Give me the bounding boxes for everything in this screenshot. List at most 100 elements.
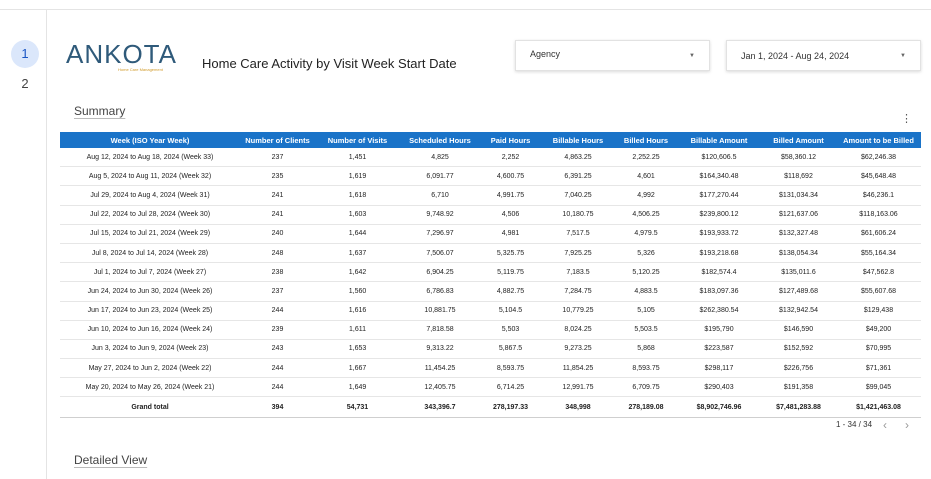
column-header[interactable]: Billed Hours (615, 132, 677, 148)
table-cell: 4,883.5 (615, 281, 677, 302)
table-cell: $191,358 (761, 377, 836, 398)
table-cell: 5,119.75 (480, 262, 541, 283)
table-cell: 2,252.25 (615, 148, 677, 168)
date-range-filter[interactable]: Jan 1, 2024 - Aug 24, 2024 ▼ (726, 40, 921, 71)
table-cell: 6,391.25 (541, 166, 615, 187)
total-cell: 278,189.08 (615, 396, 677, 419)
chevron-right-icon[interactable]: › (905, 418, 909, 432)
table-cell: $298,117 (677, 358, 761, 379)
table-cell: 243 (240, 339, 315, 360)
table-cell: 5,868 (615, 339, 677, 360)
table-cell: $70,995 (836, 339, 921, 360)
table-cell: $62,246.38 (836, 148, 921, 168)
table-cell: 5,104.5 (480, 301, 541, 321)
table-row: May 20, 2024 to May 26, 2024 (Week 21) 24… (60, 377, 921, 398)
table-cell: 1,653 (315, 339, 400, 360)
table-cell: 1,642 (315, 262, 400, 283)
agency-filter-label: Agency (530, 49, 561, 59)
table-cell: 240 (240, 224, 315, 244)
column-header[interactable]: Billed Amount (761, 132, 836, 148)
table-row: Jul 1, 2024 to Jul 7, 2024 (Week 27) 238 1… (60, 262, 921, 283)
table-cell: $55,164.34 (836, 243, 921, 264)
table-cell: $118,692 (761, 166, 836, 187)
table-cell: 4,600.75 (480, 166, 541, 187)
table-cell: 4,979.5 (615, 224, 677, 244)
column-header[interactable]: Billable Amount (677, 132, 761, 148)
table-cell: 12,991.75 (541, 377, 615, 398)
table-row: Jul 8, 2024 to Jul 14, 2024 (Week 28) 248… (60, 243, 921, 264)
table-cell: $55,607.68 (836, 281, 921, 302)
table-cell: 1,644 (315, 224, 400, 244)
table-cell: $121,637.06 (761, 205, 836, 225)
table-cell: $195,790 (677, 320, 761, 340)
column-header[interactable]: Week (ISO Year Week) (60, 132, 240, 148)
table-cell: $138,054.34 (761, 243, 836, 264)
total-cell: 348,998 (541, 396, 615, 419)
pagination-range: 1 - 34 / 34 (836, 420, 873, 429)
table-cell: May 20, 2024 to May 26, 2024 (Week 21) (60, 377, 240, 398)
column-header[interactable]: Scheduled Hours (400, 132, 480, 148)
table-cell: $262,380.54 (677, 301, 761, 321)
column-header[interactable]: Number of Visits (315, 132, 400, 148)
agency-filter-dropdown[interactable]: Agency ▼ (515, 40, 710, 71)
table-cell: 238 (240, 262, 315, 283)
table-cell: $223,587 (677, 339, 761, 360)
page-2-button[interactable]: 2 (11, 70, 39, 98)
more-options-icon[interactable]: ⋮ (901, 113, 912, 125)
table-cell: 1,616 (315, 301, 400, 321)
column-header[interactable]: Number of Clients (240, 132, 315, 148)
table-cell: $47,562.8 (836, 262, 921, 283)
grand-total-row: Grand total 394 54,731 343,396.7 278,197.33 3… (60, 396, 921, 419)
table-cell: 4,882.75 (480, 281, 541, 302)
table-cell: 8,024.25 (541, 320, 615, 340)
table-cell: 4,506 (480, 205, 541, 225)
table-cell: 1,611 (315, 320, 400, 340)
total-cell: Grand total (60, 396, 240, 419)
table-cell: $193,933.72 (677, 224, 761, 244)
table-cell: 248 (240, 243, 315, 264)
report-title: Home Care Activity by Visit Week Start D… (202, 56, 457, 71)
page-1-button[interactable]: 1 (11, 40, 39, 68)
table-cell: Jul 22, 2024 to Jul 28, 2024 (Week 30) (60, 205, 240, 225)
total-cell: 278,197.33 (480, 396, 541, 419)
table-cell: 12,405.75 (400, 377, 480, 398)
total-cell: $1,421,463.08 (836, 396, 921, 419)
table-row: Jul 29, 2024 to Aug 4, 2024 (Week 31) 241… (60, 185, 921, 206)
table-cell: 10,180.75 (541, 205, 615, 225)
table-cell: 7,818.58 (400, 320, 480, 340)
table-cell: 4,863.25 (541, 148, 615, 168)
table-cell: $183,097.36 (677, 281, 761, 302)
table-row: Jul 15, 2024 to Jul 21, 2024 (Week 29) 24… (60, 224, 921, 244)
table-cell: 1,667 (315, 358, 400, 379)
table-cell: 7,183.5 (541, 262, 615, 283)
column-header[interactable]: Billable Hours (541, 132, 615, 148)
table-cell: $132,942.54 (761, 301, 836, 321)
table-cell: $193,218.68 (677, 243, 761, 264)
table-cell: $164,340.48 (677, 166, 761, 187)
table-cell: 6,786.83 (400, 281, 480, 302)
table-cell: 241 (240, 185, 315, 206)
table-cell: 244 (240, 358, 315, 379)
table-cell: 1,649 (315, 377, 400, 398)
table-cell: 6,710 (400, 185, 480, 206)
table-cell: $177,270.44 (677, 185, 761, 206)
table-cell: May 27, 2024 to Jun 2, 2024 (Week 22) (60, 358, 240, 379)
table-cell: 6,904.25 (400, 262, 480, 283)
table-cell: 241 (240, 205, 315, 225)
table-cell: 9,273.25 (541, 339, 615, 360)
total-cell: $7,481,283.88 (761, 396, 836, 419)
top-divider (0, 9, 931, 10)
table-cell: 7,925.25 (541, 243, 615, 264)
logo-wordmark: ANKOTA (66, 39, 177, 69)
table-cell: $132,327.48 (761, 224, 836, 244)
table-cell: $239,800.12 (677, 205, 761, 225)
table-cell: 4,601 (615, 166, 677, 187)
table-cell: 4,992 (615, 185, 677, 206)
table-cell: $61,606.24 (836, 224, 921, 244)
chevron-left-icon[interactable]: ‹ (883, 418, 887, 432)
table-cell: Jun 3, 2024 to Jun 9, 2024 (Week 23) (60, 339, 240, 360)
table-cell: Aug 12, 2024 to Aug 18, 2024 (Week 33) (60, 148, 240, 168)
date-range-value: Jan 1, 2024 - Aug 24, 2024 (741, 51, 850, 61)
column-header[interactable]: Paid Hours (480, 132, 541, 148)
column-header[interactable]: Amount to be Billed (836, 132, 921, 148)
